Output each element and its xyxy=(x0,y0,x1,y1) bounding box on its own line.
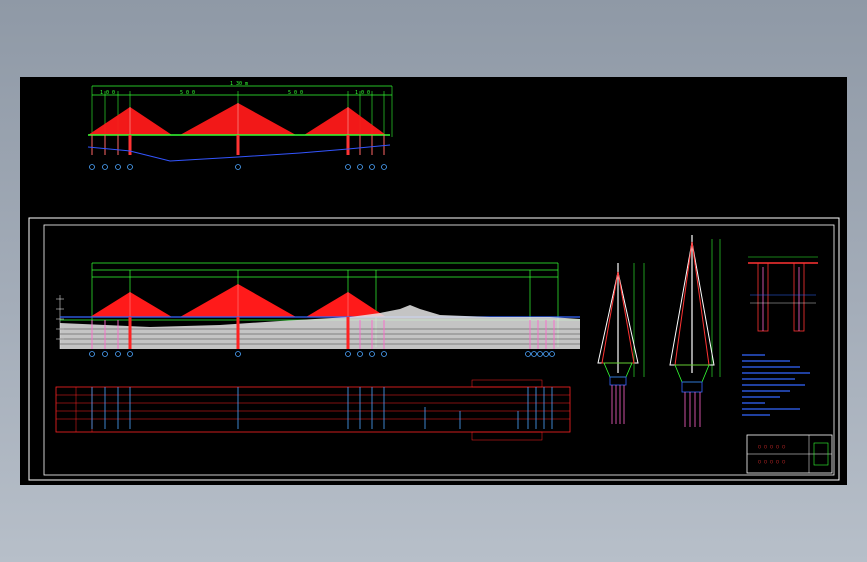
design-notes xyxy=(742,354,810,416)
title-block-row1: ○ ○ ○ ○ ○ xyxy=(758,444,785,450)
top-span-side-left: 1 0 0 xyxy=(100,90,115,96)
top-span-side-right: 1 0 0 xyxy=(355,90,370,96)
cad-drawing-canvas[interactable]: 1 30 m 5 0 0 5 0 0 1 0 0 1 0 0 ○ ○ ○ ○ ○… xyxy=(20,77,847,485)
title-block-row2: ○ ○ ○ ○ ○ xyxy=(758,459,785,465)
bridge-drawing: 1 30 m 5 0 0 5 0 0 1 0 0 1 0 0 ○ ○ ○ ○ ○… xyxy=(28,81,840,481)
top-span-left: 5 0 0 xyxy=(180,90,195,96)
top-span-right: 5 0 0 xyxy=(288,90,303,96)
main-elevation-view xyxy=(56,262,580,357)
top-elevation-view: 1 30 m 5 0 0 5 0 0 1 0 0 1 0 0 xyxy=(87,81,393,170)
pylon-elevation-1 xyxy=(597,263,645,424)
pylon-elevation-2 xyxy=(669,235,721,427)
inner-frame xyxy=(43,224,835,476)
cross-section-view xyxy=(748,256,818,332)
profile-table xyxy=(55,379,571,441)
top-overall-dim: 1 30 m xyxy=(230,81,248,87)
title-block[interactable]: ○ ○ ○ ○ ○ ○ ○ ○ ○ ○ xyxy=(746,434,833,474)
